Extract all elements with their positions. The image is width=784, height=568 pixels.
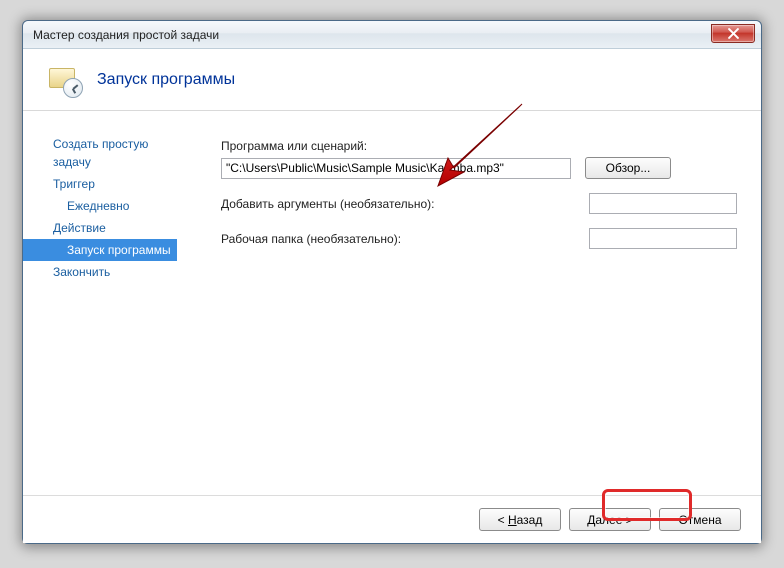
- back-prefix: <: [498, 513, 508, 527]
- page-title: Запуск программы: [97, 71, 235, 89]
- sidebar-item-label: Создать простую задачу: [53, 137, 148, 169]
- wizard-button-bar: < Назад Далее > Отмена: [23, 495, 761, 543]
- program-group: Программа или сценарий: Обзор...: [221, 139, 737, 179]
- sidebar-item-label: Закончить: [53, 265, 110, 279]
- sidebar-item-start-program[interactable]: Запуск программы: [23, 239, 177, 261]
- wizard-window: Мастер создания простой задачи Запуск пр…: [22, 20, 762, 544]
- arguments-group: Добавить аргументы (необязательно):: [221, 193, 737, 214]
- cancel-label: Отмена: [678, 513, 721, 527]
- startin-label: Рабочая папка (необязательно):: [221, 232, 401, 246]
- startin-group: Рабочая папка (необязательно):: [221, 228, 737, 249]
- close-button[interactable]: [711, 24, 755, 43]
- content-area: Создать простую задачу Триггер Ежедневно…: [23, 111, 761, 495]
- sidebar-item-label: Ежедневно: [67, 199, 129, 213]
- sidebar-item-daily[interactable]: Ежедневно: [23, 195, 177, 217]
- sidebar-item-finish[interactable]: Закончить: [23, 261, 177, 283]
- close-icon: [728, 28, 739, 39]
- window-title: Мастер создания простой задачи: [33, 28, 219, 42]
- browse-button[interactable]: Обзор...: [585, 157, 671, 179]
- sidebar-item-action[interactable]: Действие: [23, 217, 177, 239]
- program-label: Программа или сценарий:: [221, 139, 737, 153]
- sidebar-item-create-basic-task[interactable]: Создать простую задачу: [23, 133, 177, 173]
- sidebar-item-label: Действие: [53, 221, 106, 235]
- startin-input[interactable]: [589, 228, 737, 249]
- next-button[interactable]: Далее >: [569, 508, 651, 531]
- sidebar-item-label: Триггер: [53, 177, 95, 191]
- back-ul: Н: [508, 513, 517, 527]
- wizard-header: Запуск программы: [23, 49, 761, 111]
- form-area: Программа или сценарий: Обзор... Добавит…: [177, 111, 761, 495]
- back-button[interactable]: < Назад: [479, 508, 561, 531]
- titlebar[interactable]: Мастер создания простой задачи: [23, 21, 761, 49]
- task-scheduler-icon: [47, 62, 83, 98]
- arguments-input[interactable]: [589, 193, 737, 214]
- next-suffix: алее >: [595, 513, 632, 527]
- arguments-label: Добавить аргументы (необязательно):: [221, 197, 434, 211]
- browse-button-label: Обзор...: [606, 161, 651, 175]
- cancel-button[interactable]: Отмена: [659, 508, 741, 531]
- sidebar-item-label: Запуск программы: [67, 243, 171, 257]
- back-suffix: азад: [517, 513, 543, 527]
- program-script-input[interactable]: [221, 158, 571, 179]
- wizard-steps-sidebar: Создать простую задачу Триггер Ежедневно…: [23, 111, 177, 495]
- sidebar-item-trigger[interactable]: Триггер: [23, 173, 177, 195]
